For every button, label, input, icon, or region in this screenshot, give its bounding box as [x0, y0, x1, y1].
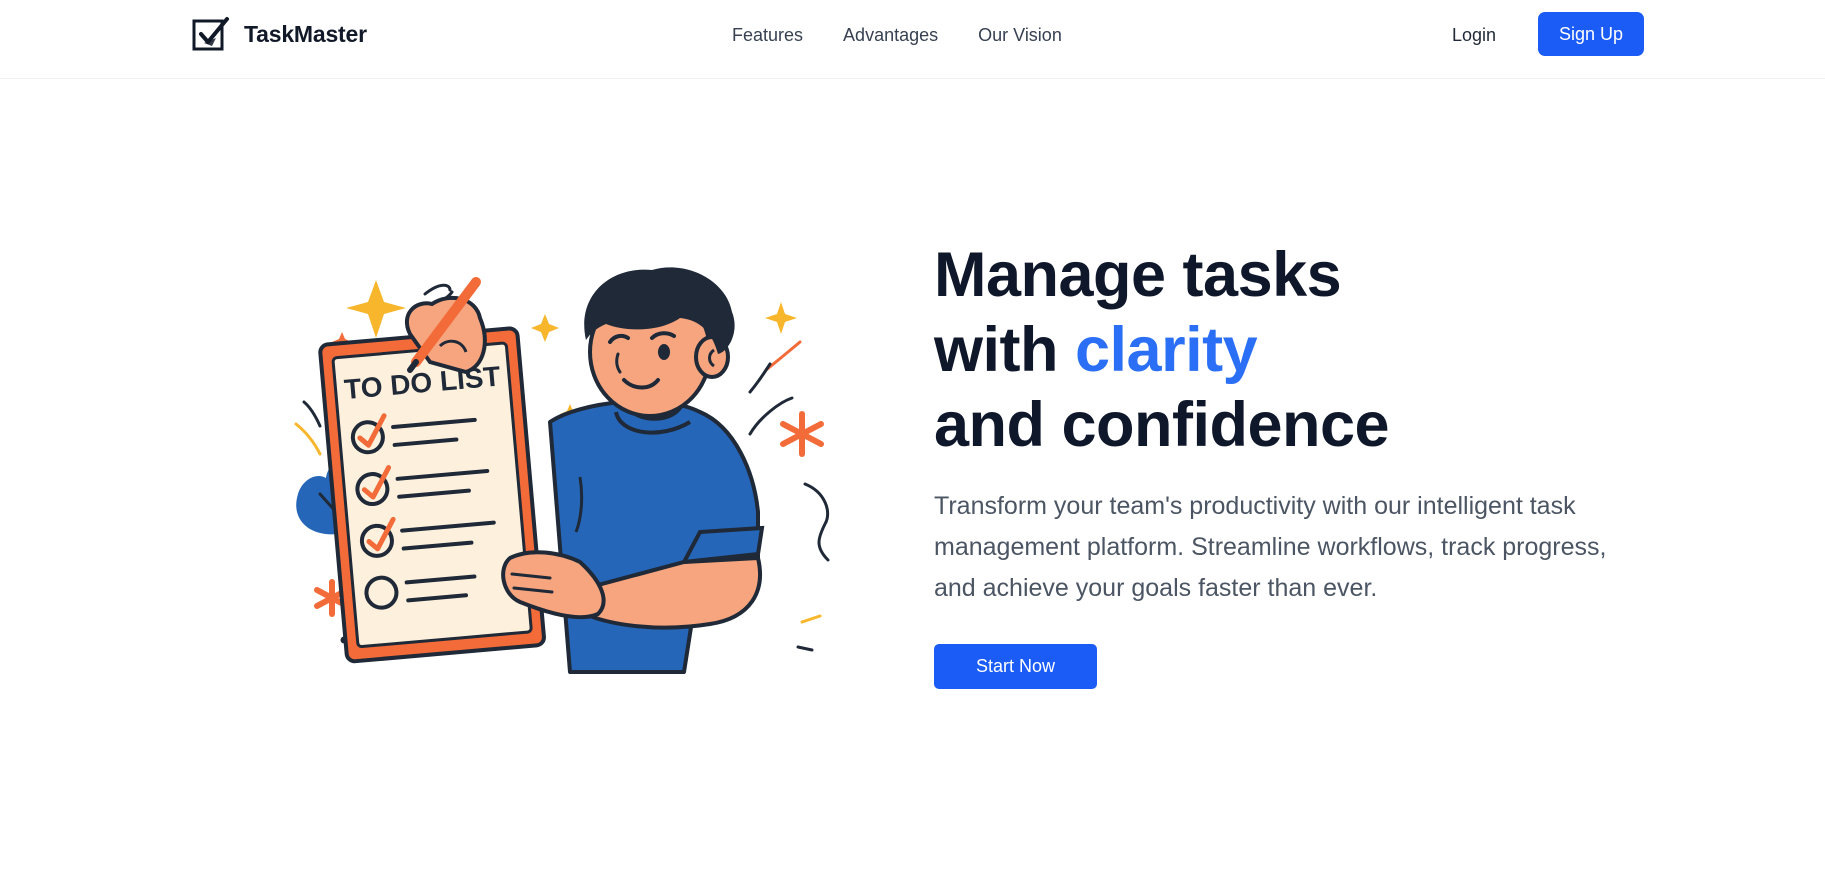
person-holding-todo-list-illustration: TO DO LIST	[294, 267, 830, 674]
nav-link-our-vision[interactable]: Our Vision	[978, 22, 1062, 48]
start-now-button[interactable]: Start Now	[934, 644, 1097, 689]
top-navbar: TaskMaster Features Advantages Our Visio…	[0, 0, 1825, 79]
hero-description: Transform your team's productivity with …	[934, 492, 1607, 602]
headline-line-1: Manage tasks	[934, 240, 1342, 310]
nav-link-features[interactable]: Features	[732, 22, 803, 48]
main-nav: Features Advantages Our Vision	[732, 22, 1062, 48]
brand-logo[interactable]: TaskMaster	[192, 16, 367, 52]
hero-section: Manage tasks with clarity and confidence…	[934, 238, 1654, 689]
headline-line-3: and confidence	[934, 390, 1390, 460]
nav-link-advantages[interactable]: Advantages	[843, 22, 938, 48]
headline-accent-word: clarity	[1074, 315, 1258, 385]
hero-headline: Manage tasks with clarity and confidence	[934, 238, 1654, 463]
checkbox-logo-icon	[192, 17, 229, 51]
signup-button[interactable]: Sign Up	[1538, 12, 1644, 56]
login-link[interactable]: Login	[1452, 22, 1496, 48]
brand-name: TaskMaster	[244, 20, 367, 47]
headline-line-2-prefix: with	[934, 315, 1075, 385]
